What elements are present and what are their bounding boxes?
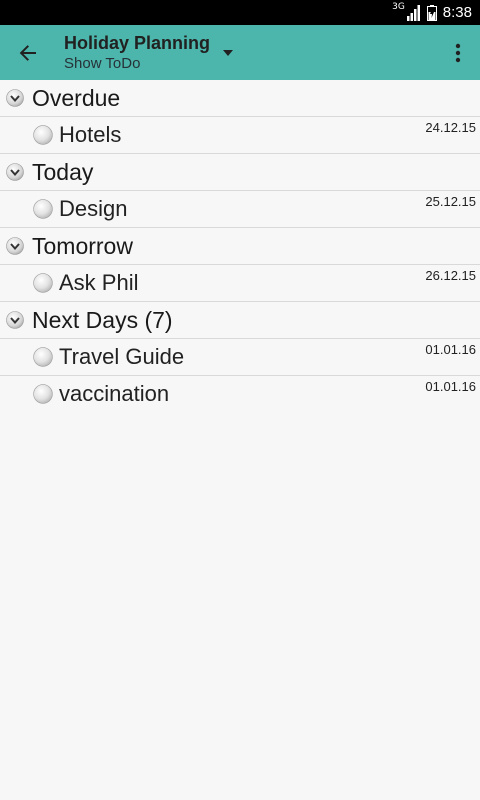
- task-checkbox[interactable]: [33, 384, 53, 404]
- group-header-overdue[interactable]: Overdue: [0, 80, 480, 117]
- more-vert-icon: [455, 43, 461, 63]
- group-header-today[interactable]: Today: [0, 154, 480, 191]
- arrow-back-icon: [19, 44, 36, 61]
- task-checkbox[interactable]: [33, 199, 53, 219]
- task-date: 25.12.15: [425, 194, 476, 209]
- task-date: 24.12.15: [425, 120, 476, 135]
- title-block[interactable]: Holiday Planning Show ToDo: [64, 33, 224, 72]
- task-row[interactable]: Ask Phil 26.12.15: [0, 265, 480, 302]
- overflow-menu-button[interactable]: [442, 33, 474, 73]
- group-title: Today: [32, 158, 94, 185]
- task-checkbox[interactable]: [33, 347, 53, 367]
- toolbar-subtitle: Show ToDo: [64, 55, 141, 72]
- signal-icon: [406, 4, 420, 21]
- task-checkbox[interactable]: [33, 273, 53, 293]
- task-checkbox[interactable]: [33, 125, 53, 145]
- dropdown-triangle-icon: [223, 50, 233, 56]
- task-name: Hotels: [59, 122, 122, 147]
- task-name: vaccination: [59, 381, 170, 406]
- group-header-tomorrow[interactable]: Tomorrow: [0, 228, 480, 265]
- task-row[interactable]: Design 25.12.15: [0, 191, 480, 228]
- task-row[interactable]: Hotels 24.12.15: [0, 117, 480, 154]
- task-row[interactable]: vaccination 01.01.16: [0, 376, 480, 412]
- list-dropdown-button[interactable]: [218, 43, 238, 63]
- task-row[interactable]: Travel Guide 01.01.16: [0, 339, 480, 376]
- chevron-down-icon: [6, 311, 24, 329]
- task-name: Design: [59, 196, 128, 221]
- task-date: 26.12.15: [425, 268, 476, 283]
- group-title: Tomorrow: [32, 232, 133, 259]
- chevron-down-icon: [6, 89, 24, 107]
- todo-list: Overdue Hotels 24.12.15 Today Design 25.…: [0, 80, 480, 412]
- app-toolbar: Holiday Planning Show ToDo: [0, 25, 480, 80]
- status-bar: 3G 8:38: [0, 0, 480, 25]
- task-date: 01.01.16: [425, 342, 476, 357]
- clock: 8:38: [442, 4, 472, 21]
- toolbar-title: Holiday Planning: [64, 33, 211, 53]
- group-title: Overdue: [32, 84, 121, 111]
- back-button[interactable]: [0, 25, 56, 80]
- task-date: 01.01.16: [425, 379, 476, 394]
- group-header-next-days[interactable]: Next Days (7): [0, 302, 480, 339]
- group-title: Next Days (7): [32, 306, 173, 333]
- task-name: Travel Guide: [59, 344, 185, 369]
- chevron-down-icon: [6, 237, 24, 255]
- network-type-label: 3G: [392, 2, 405, 12]
- battery-icon: [426, 4, 437, 21]
- task-name: Ask Phil: [59, 270, 139, 295]
- chevron-down-icon: [6, 163, 24, 181]
